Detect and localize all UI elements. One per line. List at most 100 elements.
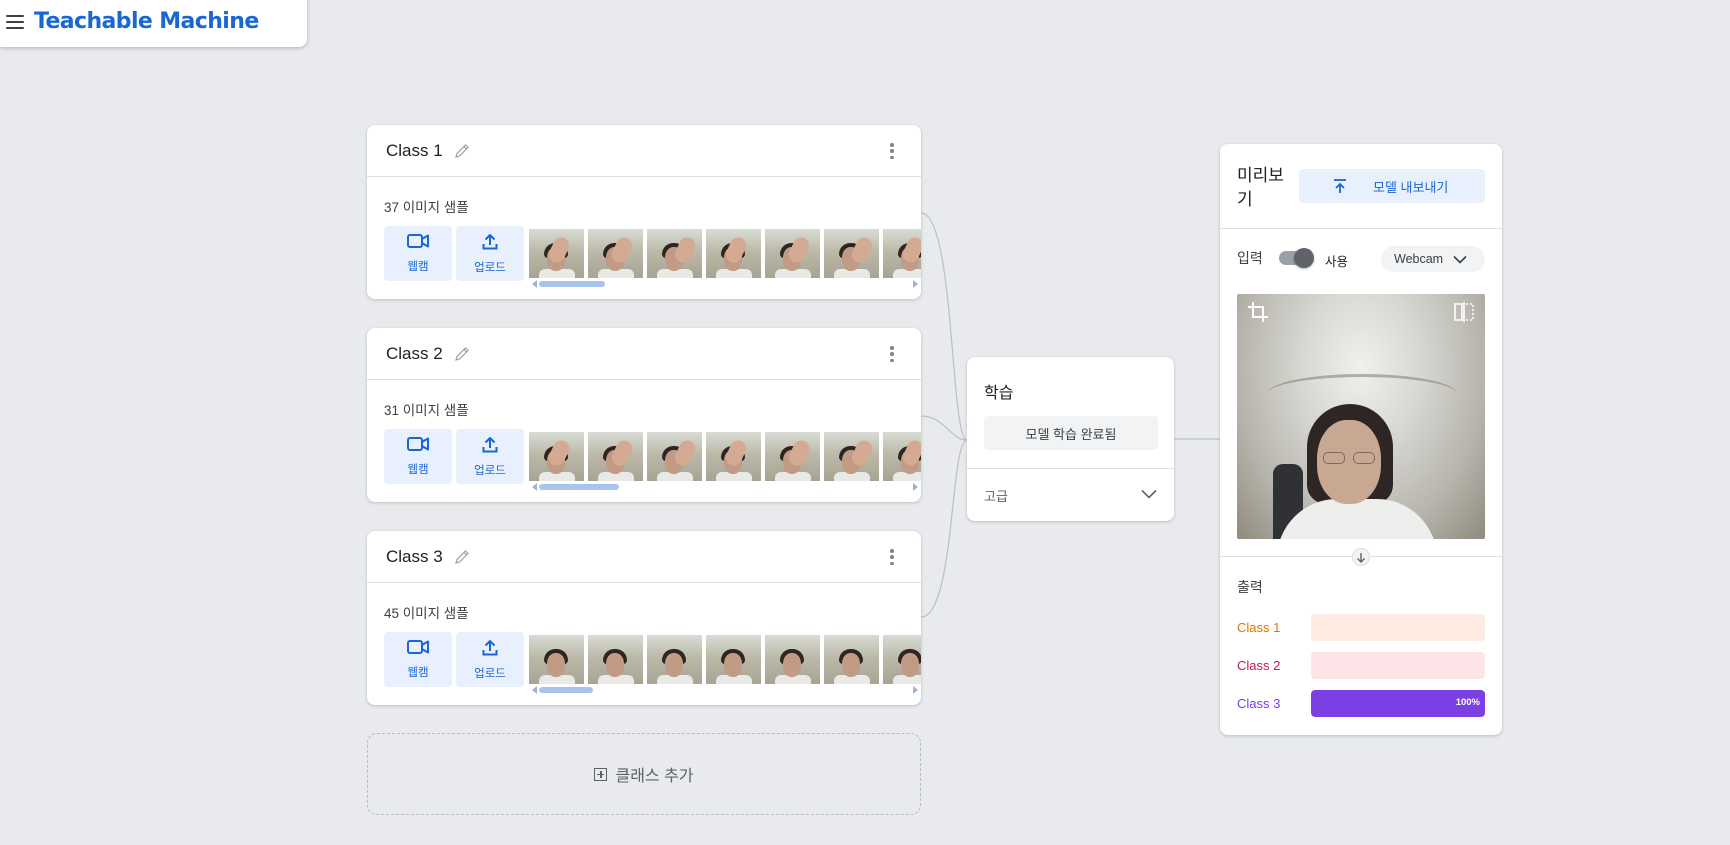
sample-thumbnail[interactable] xyxy=(647,635,702,684)
class-card-3: Class 3 45 이미지 샘플 웹캠 업로드 xyxy=(367,531,921,705)
sample-thumbnail[interactable] xyxy=(765,432,820,481)
class-name[interactable]: Class 3 xyxy=(386,547,443,567)
class-card-2: Class 2 31 이미지 샘플 웹캠 업로드 xyxy=(367,328,921,502)
scrollbar-thumb[interactable] xyxy=(539,484,619,490)
upload-icon xyxy=(482,233,498,255)
sample-thumbnail[interactable] xyxy=(883,635,921,684)
sample-thumbnail[interactable] xyxy=(529,432,584,481)
class-name[interactable]: Class 2 xyxy=(386,344,443,364)
scroll-right-icon[interactable] xyxy=(913,483,918,491)
upload-label: 업로드 xyxy=(474,464,506,477)
preview-title: 미리보기 xyxy=(1237,166,1284,209)
sample-thumbnail[interactable] xyxy=(883,229,921,278)
sample-thumbnail[interactable] xyxy=(765,635,820,684)
videocam-icon xyxy=(407,639,429,660)
sample-thumbnail[interactable] xyxy=(588,229,643,278)
webcam-button[interactable]: 웹캠 xyxy=(384,226,452,281)
sample-thumbnail[interactable] xyxy=(824,432,879,481)
scroll-left-icon[interactable] xyxy=(532,483,537,491)
upload-label: 업로드 xyxy=(474,667,506,680)
class-name[interactable]: Class 1 xyxy=(386,141,443,161)
scrollbar-thumb[interactable] xyxy=(539,687,593,693)
scroll-left-icon[interactable] xyxy=(532,686,537,694)
pencil-icon[interactable] xyxy=(453,548,471,566)
upload-icon xyxy=(1332,178,1348,194)
pencil-icon[interactable] xyxy=(453,142,471,160)
scroll-right-icon[interactable] xyxy=(913,686,918,694)
sample-thumbnails xyxy=(529,229,921,278)
output-row-class-2: Class 2 xyxy=(1237,652,1485,679)
upload-button[interactable]: 업로드 xyxy=(456,632,524,687)
sample-thumbnail[interactable] xyxy=(647,229,702,278)
sample-thumbnail[interactable] xyxy=(529,635,584,684)
thumbnail-scrollbar[interactable] xyxy=(529,482,921,492)
add-class-button[interactable]: 클래스 추가 xyxy=(367,733,921,815)
camera-source-value: Webcam xyxy=(1394,252,1444,266)
camera-source-select[interactable]: Webcam xyxy=(1381,246,1485,272)
sample-thumbnail[interactable] xyxy=(883,432,921,481)
class-card-header: Class 2 xyxy=(367,328,921,380)
divider xyxy=(1220,228,1502,229)
sample-thumbnail[interactable] xyxy=(765,229,820,278)
confidence-percent: 100% xyxy=(1455,697,1480,708)
sample-thumbnail[interactable] xyxy=(588,432,643,481)
input-toggle[interactable] xyxy=(1279,248,1314,268)
input-label: 입력 xyxy=(1237,250,1263,266)
class-card-1: Class 1 37 이미지 샘플 웹캠 업로드 xyxy=(367,125,921,299)
scroll-left-icon[interactable] xyxy=(532,280,537,288)
output-row-class-1: Class 1 xyxy=(1237,614,1485,641)
export-model-label: 모델 내보내기 xyxy=(1373,179,1449,195)
chevron-down-icon xyxy=(1141,486,1157,504)
confidence-bar xyxy=(1311,652,1485,679)
upload-button[interactable]: 업로드 xyxy=(456,429,524,484)
thumbnail-scrollbar[interactable] xyxy=(529,685,921,695)
export-model-button[interactable]: 모델 내보내기 xyxy=(1299,169,1485,203)
webcam-button[interactable]: 웹캠 xyxy=(384,429,452,484)
upload-label: 업로드 xyxy=(474,261,506,274)
flip-icon[interactable] xyxy=(1453,301,1475,323)
more-vert-icon[interactable] xyxy=(889,549,895,565)
sample-count: 37 이미지 샘플 xyxy=(384,200,469,215)
training-title: 학습 xyxy=(984,385,1014,402)
sample-thumbnail[interactable] xyxy=(706,229,761,278)
output-label: 출력 xyxy=(1237,579,1263,595)
thumbnail-scrollbar[interactable] xyxy=(529,279,921,289)
sample-thumbnail[interactable] xyxy=(706,635,761,684)
train-model-button[interactable]: 모델 학습 완료됨 xyxy=(984,416,1158,450)
sample-thumbnail[interactable] xyxy=(824,229,879,278)
preview-card: 미리보기 모델 내보내기 입력 사용 Webcam 출력 Class 1 Clas… xyxy=(1220,144,1502,735)
sample-thumbnail[interactable] xyxy=(588,635,643,684)
videocam-icon xyxy=(407,233,429,254)
advanced-label: 고급 xyxy=(984,488,1008,504)
app-header: Teachable Machine xyxy=(0,0,307,47)
class-card-header: Class 3 xyxy=(367,531,921,583)
upload-icon xyxy=(482,436,498,458)
crop-icon[interactable] xyxy=(1247,301,1269,323)
webcam-label: 웹캠 xyxy=(407,261,429,273)
sample-thumbnail[interactable] xyxy=(706,432,761,481)
upload-icon xyxy=(482,639,498,661)
output-class-name: Class 1 xyxy=(1237,620,1281,635)
more-vert-icon[interactable] xyxy=(889,346,895,362)
upload-button[interactable]: 업로드 xyxy=(456,226,524,281)
confidence-bar: 100% xyxy=(1311,690,1485,717)
scrollbar-thumb[interactable] xyxy=(539,281,605,287)
pencil-icon[interactable] xyxy=(453,345,471,363)
add-box-icon xyxy=(594,767,608,781)
advanced-toggle[interactable]: 고급 xyxy=(967,469,1174,521)
menu-icon[interactable] xyxy=(6,14,24,29)
output-class-name: Class 3 xyxy=(1237,696,1281,711)
confidence-bar xyxy=(1311,614,1485,641)
training-card: 학습 모델 학습 완료됨 고급 xyxy=(967,357,1174,521)
app-title[interactable]: Teachable Machine xyxy=(34,9,259,34)
add-class-label: 클래스 추가 xyxy=(615,768,694,785)
chevron-down-icon xyxy=(1453,255,1467,264)
output-class-name: Class 2 xyxy=(1237,658,1281,673)
webcam-button[interactable]: 웹캠 xyxy=(384,632,452,687)
scroll-right-icon[interactable] xyxy=(913,280,918,288)
sample-thumbnail[interactable] xyxy=(824,635,879,684)
sample-thumbnails xyxy=(529,635,921,684)
sample-thumbnail[interactable] xyxy=(647,432,702,481)
more-vert-icon[interactable] xyxy=(889,143,895,159)
sample-thumbnail[interactable] xyxy=(529,229,584,278)
